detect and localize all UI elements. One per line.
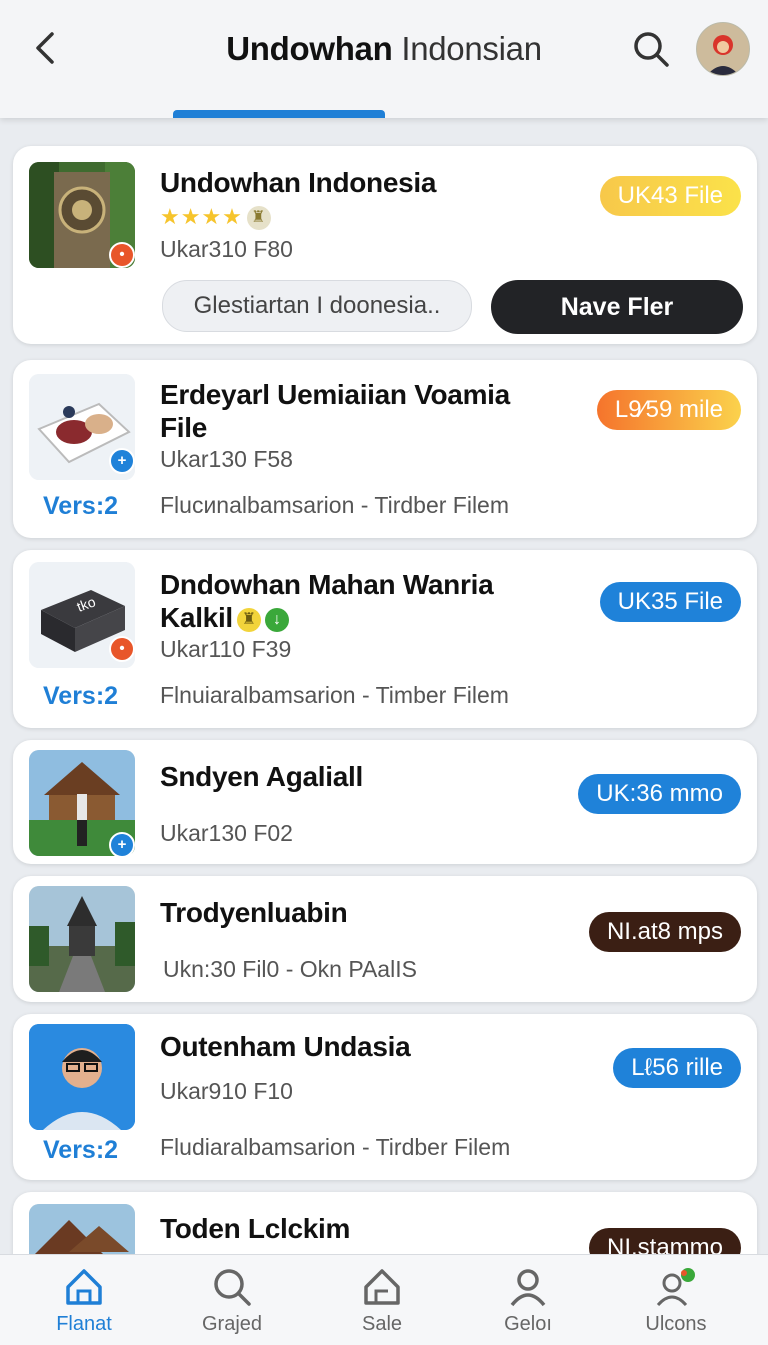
item-subtitle: Ukar130 F58 [160, 446, 293, 472]
file-size-pill[interactable]: UK35 File [599, 582, 741, 622]
item-subtitle: Ukar130 F02 [160, 820, 293, 846]
list-item[interactable]: Trodyenluabin Ukn:30 Fil0 - Okn PAalIS N… [13, 876, 757, 1002]
item-description: Flnuiaralbamsarion - Timber Filem [160, 682, 509, 708]
active-tab-indicator [173, 110, 385, 118]
item-thumbnail [29, 886, 135, 992]
item-subtitle: Ukar910 F10 [160, 1078, 293, 1104]
nav-item-flanat[interactable]: Flanat [24, 1265, 144, 1336]
list-item[interactable]: tko • Vers:2 Dndowhan Mahan Wanria Kalki… [13, 550, 757, 728]
version-label: Vers:2 [43, 492, 119, 520]
avatar-icon [697, 23, 749, 75]
crown-icon: ♜ [236, 607, 261, 632]
item-description: Flucиnalbamsarion - Tirdber Filem [160, 492, 510, 518]
house-outline-icon [364, 1269, 400, 1305]
file-size-pill[interactable]: Lℓ56 rille [613, 1048, 741, 1088]
list-item[interactable]: + Sndyen Agaliall Ukar130 F02 UK:36 mmo [13, 740, 757, 864]
item-title: Erdeyarl Uemiaiian Voamia File [160, 379, 510, 443]
download-icon[interactable]: ↓ [264, 607, 289, 632]
home-icon [66, 1269, 102, 1305]
file-size-pill[interactable]: UK43 File [599, 176, 741, 216]
item-description: Fludiaralbamsarion - Tirdber Filem [160, 1134, 511, 1160]
secondary-button[interactable]: Glestiartan I doonesia.. [162, 280, 472, 332]
nav-item-gelo[interactable]: Geloı [468, 1265, 588, 1336]
item-title: Dndowhan Mahan Wanria Kalkil ♜ ↓ [160, 569, 494, 633]
nav-item-grajed[interactable]: Grajed [172, 1265, 292, 1336]
orange-badge-icon: • [109, 242, 135, 268]
rating-stars: ★★★★ ♜ [160, 204, 271, 231]
nav-item-sale[interactable]: Sale [322, 1265, 442, 1336]
item-thumbnail [29, 1024, 135, 1130]
item-title: Sndyen Agaliall [160, 761, 363, 792]
crown-icon: ♜ [246, 206, 271, 231]
item-title: Outenham Undasia [160, 1031, 411, 1062]
primary-button[interactable]: Nave Fler [491, 280, 743, 334]
bottom-navigation: Flanat Grajed Sale Geloı Ulcons [0, 1254, 768, 1345]
version-label: Vers:2 [43, 1136, 119, 1164]
search-icon[interactable] [630, 28, 672, 70]
orange-badge-icon: • [109, 636, 135, 662]
list-item[interactable]: Vers:2 Outenham Undasia Ukar910 F10 Flud… [13, 1014, 757, 1180]
file-size-pill[interactable]: UK:36 mmo [578, 774, 741, 814]
list-item[interactable]: • Undowhan Indonesia ★★★★ ♜ Ukar310 F80 U… [13, 146, 757, 344]
user-avatar[interactable] [696, 22, 750, 76]
users-icon [656, 1268, 695, 1307]
list-item[interactable]: + Vers:2 Erdeyarl Uemiaiian Voamia File … [13, 360, 757, 538]
item-title: Undowhan Indonesia [160, 167, 437, 198]
user-icon [510, 1269, 546, 1307]
app-header: Undowhan Indonsian [0, 0, 768, 118]
item-subtitle: Ukn:30 Fil0 - Okn PAalIS [163, 956, 417, 982]
plus-badge-icon: + [109, 448, 135, 474]
version-label: Vers:2 [43, 682, 119, 710]
item-subtitle: Ukar110 F39 [160, 636, 292, 662]
file-size-pill[interactable]: L9⁄59 mile [596, 390, 741, 430]
item-title: Toden Lclckim [160, 1213, 351, 1244]
nav-item-ulcons[interactable]: Ulcons [616, 1265, 736, 1336]
file-size-pill[interactable]: NI.at8 mps [588, 912, 741, 952]
plus-badge-icon: + [109, 832, 135, 858]
item-title: Trodyenluabin [160, 897, 348, 928]
item-subtitle: Ukar310 F80 [160, 236, 293, 262]
search-icon [214, 1269, 251, 1306]
